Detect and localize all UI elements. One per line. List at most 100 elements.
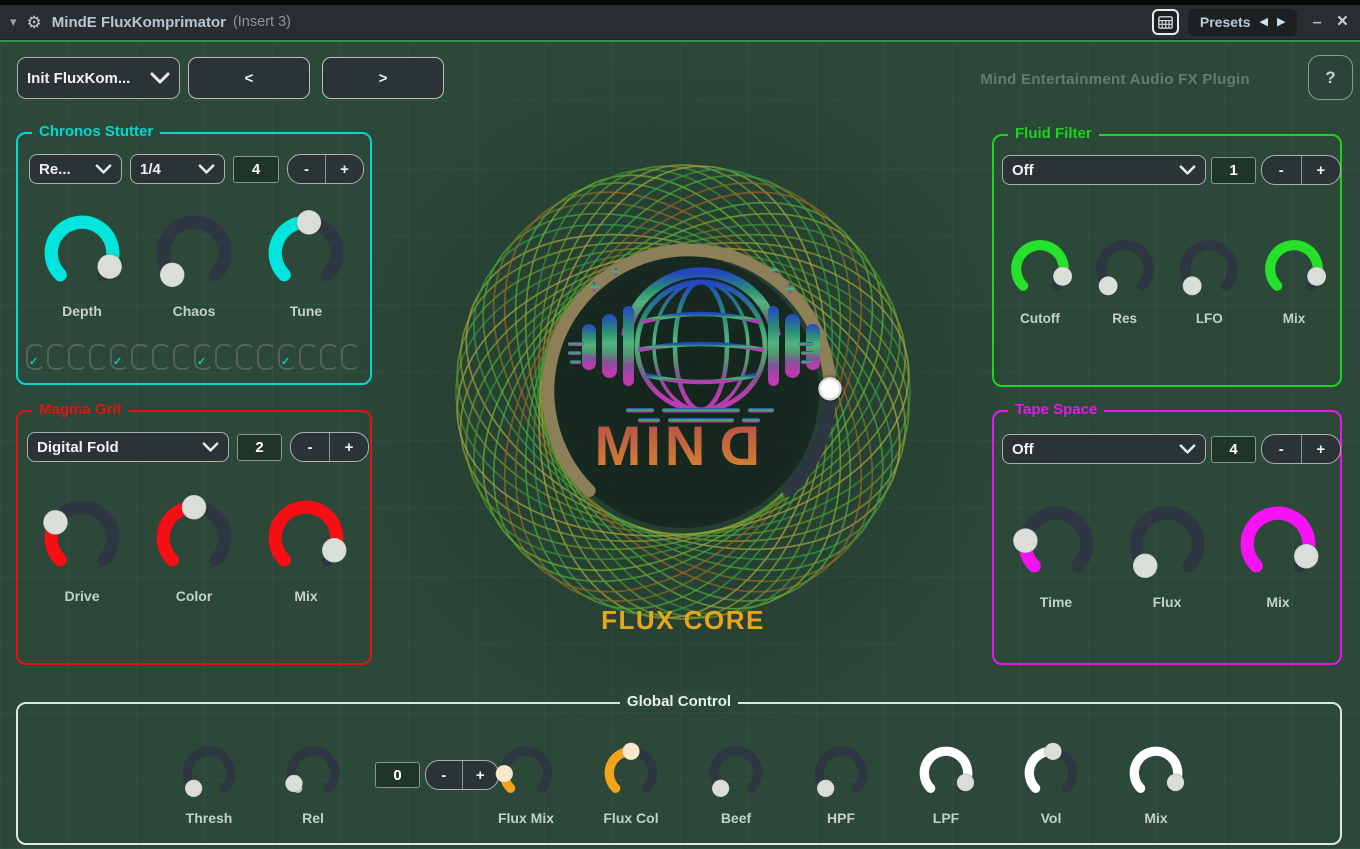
knob-chaos-dial[interactable] (150, 209, 238, 297)
space-mode-dropdown[interactable]: Off (1002, 434, 1206, 464)
knob-flux-col-dial[interactable] (600, 742, 662, 804)
knob-lfo-dial[interactable] (1175, 235, 1243, 303)
panel-title-fluid: Fluid Filter (1008, 125, 1099, 142)
preset-dropdown[interactable]: Init FluxKom... (17, 57, 180, 99)
knob-rel-dial[interactable] (282, 742, 344, 804)
chevron-down-icon (1179, 444, 1196, 454)
preset-next-button[interactable]: > (322, 57, 444, 99)
knob-mix-indicator (1294, 544, 1319, 569)
stutter-step-8[interactable] (173, 344, 192, 370)
flux-core-caption: FLUX CORE (533, 605, 833, 636)
increment-button[interactable]: + (1302, 156, 1341, 184)
knob-beef-dial[interactable] (705, 742, 767, 804)
knob-drive-label: Drive (64, 588, 99, 604)
chevron-down-icon (150, 72, 170, 84)
knob-mix-dial[interactable] (262, 494, 350, 582)
preset-prev-icon[interactable]: ◀ (1259, 17, 1267, 28)
filter-count-stepper: - + (1261, 155, 1341, 185)
stutter-step-11[interactable] (236, 344, 255, 370)
stutter-step-6[interactable] (131, 344, 150, 370)
knob-time-dial[interactable] (1012, 500, 1100, 588)
knob-drive-dial[interactable] (38, 494, 126, 582)
titlebar-right: Presets ◀ ▶ – × (1152, 9, 1350, 36)
fluid-knob-row: CutoffResLFOMix (994, 235, 1340, 326)
stutter-step-2[interactable] (47, 344, 66, 370)
increment-button[interactable]: + (330, 433, 368, 461)
knob-tune-dial[interactable] (262, 209, 350, 297)
filter-mode-dropdown[interactable]: Off (1002, 155, 1206, 185)
help-button[interactable]: ? (1308, 55, 1353, 100)
decrement-button[interactable]: - (288, 155, 326, 183)
panel-tape-space: Tape Space Off 4 - + TimeFluxMix (992, 410, 1342, 665)
grit-mode-dropdown[interactable]: Digital Fold (27, 432, 229, 462)
knob-hpf-dial[interactable] (810, 742, 872, 804)
stutter-step-3[interactable] (68, 344, 87, 370)
stutter-step-14[interactable] (299, 344, 318, 370)
preset-next-icon[interactable]: ▶ (1277, 17, 1285, 28)
knob-lpf-dial[interactable] (915, 742, 977, 804)
stutter-rate-dropdown[interactable]: 1/4 (130, 154, 225, 184)
stutter-step-5[interactable]: ✓ (110, 344, 129, 370)
knob-cutoff-label: Cutoff (1020, 311, 1060, 326)
knob-cutoff-dial[interactable] (1006, 235, 1074, 303)
knob-time-label: Time (1040, 594, 1072, 610)
keyboard-grid-button[interactable] (1152, 9, 1179, 35)
knob-vol-dial[interactable] (1020, 742, 1082, 804)
knob-color: Color (150, 494, 238, 604)
presets-control: Presets ◀ ▶ (1188, 9, 1298, 36)
magma-knob-row: DriveColorMix (18, 494, 370, 604)
increment-button[interactable]: + (326, 155, 363, 183)
knob-flux-label: Flux (1153, 594, 1182, 610)
decrement-button[interactable]: - (1262, 156, 1302, 184)
knob-flux-mix-dial[interactable] (495, 742, 557, 804)
knob-mix-dial[interactable] (1234, 500, 1322, 588)
stutter-step-15[interactable] (320, 344, 339, 370)
tape-controls-row: Off 4 - + (1002, 434, 1341, 464)
knob-res-dial[interactable] (1091, 235, 1159, 303)
knob-thresh-dial[interactable] (178, 742, 240, 804)
stutter-step-7[interactable] (152, 344, 171, 370)
knob-hpf-indicator (817, 780, 834, 797)
preset-name: Init FluxKom... (27, 70, 130, 87)
knob-mix-dial[interactable] (1260, 235, 1328, 303)
knob-flux-col-indicator (622, 743, 639, 760)
knob-depth-indicator (97, 254, 122, 279)
minimize-button[interactable]: – (1312, 12, 1321, 32)
knob-flux-dial[interactable] (1123, 500, 1211, 588)
stutter-step-12[interactable] (257, 344, 276, 370)
gear-icon[interactable]: ⚙ (27, 14, 42, 31)
stutter-step-13[interactable]: ✓ (278, 344, 297, 370)
decrement-button[interactable]: - (291, 433, 330, 461)
check-icon: ✓ (197, 355, 206, 368)
grit-mode-value: Digital Fold (37, 439, 119, 456)
stutter-step-16[interactable] (341, 344, 360, 370)
stutter-step-10[interactable] (215, 344, 234, 370)
fluid-controls-row: Off 1 - + (1002, 155, 1341, 185)
collapse-caret-icon[interactable]: ▾ (10, 14, 17, 30)
grit-count-field[interactable]: 2 (237, 434, 282, 461)
panel-fluid-filter: Fluid Filter Off 1 - + CutoffResLFOMix (992, 134, 1342, 387)
knob-beef-indicator (712, 780, 729, 797)
stutter-step-1[interactable]: ✓ (26, 344, 45, 370)
preset-prev-button[interactable]: < (188, 57, 310, 99)
stutter-count-field[interactable]: 4 (233, 156, 279, 183)
logo-word-d-mirrored: D (720, 414, 760, 472)
filter-count-field[interactable]: 1 (1211, 157, 1256, 184)
knob-depth-dial[interactable] (38, 209, 126, 297)
knob-rel: Rel (273, 742, 353, 826)
global-count-field[interactable]: 0 (375, 762, 420, 788)
globe-headphones-art (589, 266, 795, 410)
decrement-button[interactable]: - (426, 761, 463, 789)
space-count-field[interactable]: 4 (1211, 436, 1256, 463)
increment-button[interactable]: + (1302, 435, 1341, 463)
stutter-mode-dropdown[interactable]: Re... (29, 154, 122, 184)
knob-cutoff-indicator (1053, 267, 1072, 286)
stutter-step-9[interactable]: ✓ (194, 344, 213, 370)
close-button[interactable]: × (1337, 11, 1348, 33)
knob-color-dial[interactable] (150, 494, 238, 582)
knob-beef-label: Beef (721, 810, 751, 826)
knob-mix-dial[interactable] (1125, 742, 1187, 804)
stutter-step-4[interactable] (89, 344, 108, 370)
knob-lpf-label: LPF (933, 810, 959, 826)
decrement-button[interactable]: - (1262, 435, 1302, 463)
